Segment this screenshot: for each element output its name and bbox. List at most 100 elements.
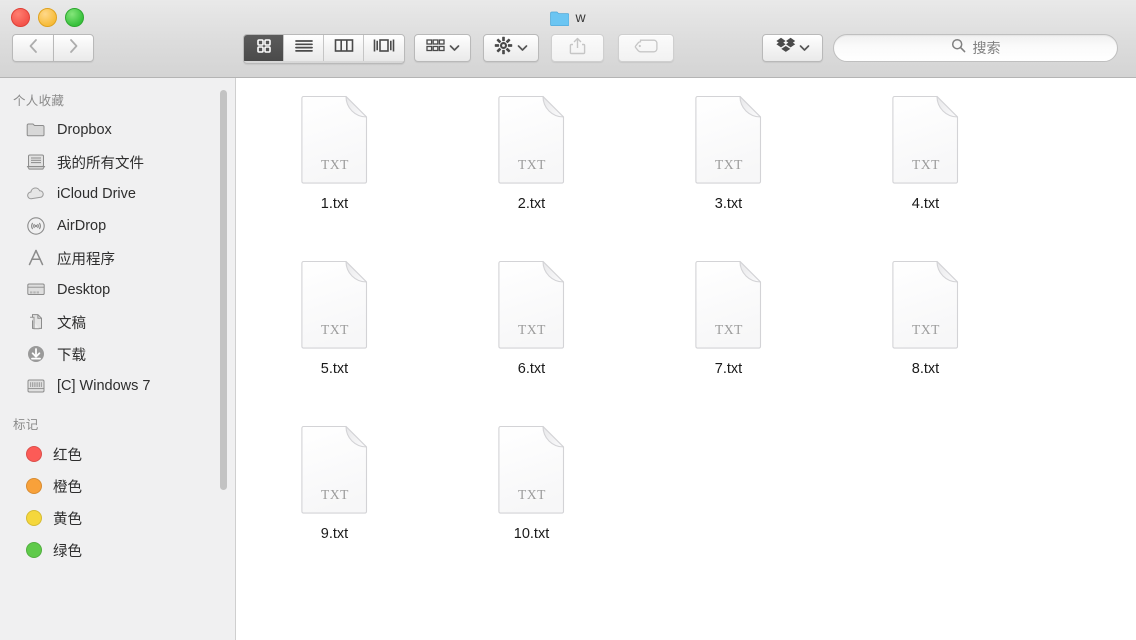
- file-item[interactable]: TXT 7.txt: [630, 251, 827, 416]
- sidebar-item-dropbox[interactable]: Dropbox: [0, 114, 235, 146]
- sidebar-item-label: 绿色: [53, 543, 82, 560]
- column-view-button[interactable]: [324, 35, 364, 61]
- search-input[interactable]: 搜索: [973, 38, 1001, 58]
- text-document-icon: TXT: [300, 258, 369, 350]
- search-field[interactable]: 搜索: [833, 34, 1118, 62]
- action-menu-button[interactable]: [483, 34, 539, 62]
- svg-text:TXT: TXT: [517, 157, 545, 172]
- sidebar-item-label: 红色: [53, 447, 82, 464]
- sidebar-section-header: 标记: [13, 418, 39, 432]
- sidebar-item-label: iCloud Drive: [57, 186, 136, 202]
- share-button[interactable]: [551, 34, 604, 62]
- sidebar-item-icloud-drive[interactable]: iCloud Drive: [0, 178, 235, 210]
- cloud-icon: [26, 184, 46, 204]
- svg-text:TXT: TXT: [320, 322, 348, 337]
- chevron-down-icon: [517, 39, 528, 57]
- airdrop-icon: [26, 216, 46, 236]
- file-item[interactable]: TXT 2.txt: [433, 86, 630, 251]
- tag-color-dot-icon: [26, 510, 42, 526]
- file-item[interactable]: TXT 3.txt: [630, 86, 827, 251]
- back-button[interactable]: [12, 34, 53, 62]
- sidebar-item-label: 下载: [57, 347, 86, 364]
- chevron-down-icon: [449, 39, 460, 57]
- text-document-icon: TXT: [497, 423, 566, 515]
- desktop-icon: [26, 280, 46, 300]
- svg-text:TXT: TXT: [714, 322, 742, 337]
- list-icon: [294, 38, 314, 59]
- sidebar-item-label: Dropbox: [57, 122, 112, 138]
- sidebar-item-label: 文稿: [57, 315, 86, 332]
- file-name-label: 2.txt: [517, 196, 546, 212]
- folder-icon: [26, 120, 46, 140]
- sidebar-item-c-windows-7[interactable]: [C] Windows 7: [0, 370, 235, 402]
- sidebar-item-label: 橙色: [53, 479, 82, 496]
- icon-view-button[interactable]: [244, 35, 284, 61]
- sidebar: 个人收藏 Dropbox 我的所有文件 iCloud Drive AirDrop 应用程序…: [0, 78, 236, 640]
- file-grid: TXT 1.txt TXT 2.txt TXT 3.txt TXT 4.txt TXT 5.txt…: [236, 78, 1136, 581]
- text-document-icon: TXT: [891, 258, 960, 350]
- file-name-label: 3.txt: [714, 196, 743, 212]
- tag-color-dot-icon: [26, 478, 42, 494]
- text-document-icon: TXT: [694, 258, 763, 350]
- dropbox-icon: [775, 37, 796, 60]
- sidebar-list: 个人收藏 Dropbox 我的所有文件 iCloud Drive AirDrop 应用程序…: [0, 78, 235, 566]
- sidebar-item-airdrop[interactable]: AirDrop: [0, 210, 235, 242]
- svg-text:TXT: TXT: [911, 322, 939, 337]
- file-item[interactable]: TXT 1.txt: [236, 86, 433, 251]
- file-item[interactable]: TXT 8.txt: [827, 251, 1024, 416]
- applications-icon: [26, 248, 46, 268]
- sidebar-item-文稿[interactable]: 文稿: [0, 306, 235, 338]
- sidebar-item-橙色[interactable]: 橙色: [0, 470, 235, 502]
- sidebar-item-label: Desktop: [57, 282, 111, 298]
- arrange-grid-icon: [425, 38, 445, 58]
- sidebar-item-下载[interactable]: 下载: [0, 338, 235, 370]
- sidebar-item-desktop[interactable]: Desktop: [0, 274, 235, 306]
- svg-text:TXT: TXT: [517, 487, 545, 502]
- svg-text:TXT: TXT: [320, 487, 348, 502]
- file-item[interactable]: TXT 6.txt: [433, 251, 630, 416]
- sidebar-scrollbar[interactable]: [220, 90, 227, 490]
- chevron-left-icon: [28, 38, 39, 59]
- file-name-label: 1.txt: [320, 196, 349, 212]
- gallery-view-button[interactable]: [364, 35, 404, 61]
- svg-text:TXT: TXT: [911, 157, 939, 172]
- chevron-down-icon: [799, 39, 810, 57]
- folder-icon: [550, 11, 570, 26]
- title-bar: w 搜索: [0, 0, 1136, 78]
- file-name-label: 4.txt: [911, 196, 940, 212]
- downloads-icon: [26, 344, 46, 364]
- sidebar-item-绿色[interactable]: 绿色: [0, 534, 235, 566]
- sidebar-item-我的所有文件[interactable]: 我的所有文件: [0, 146, 235, 178]
- all-files-icon: [26, 152, 46, 172]
- gear-icon: [494, 36, 513, 60]
- file-name-label: 6.txt: [517, 361, 546, 377]
- tag-color-dot-icon: [26, 446, 42, 462]
- chevron-right-icon: [68, 38, 79, 59]
- sidebar-item-黄色[interactable]: 黄色: [0, 502, 235, 534]
- svg-text:TXT: TXT: [517, 322, 545, 337]
- grid-icon: [256, 38, 272, 59]
- tags-button[interactable]: [618, 34, 674, 62]
- file-item[interactable]: TXT 9.txt: [236, 416, 433, 581]
- file-item[interactable]: TXT 4.txt: [827, 86, 1024, 251]
- finder-window: w 搜索 个人收藏 Dropbox 我的所有文件 iCloud Drive Ai…: [0, 0, 1136, 640]
- text-document-icon: TXT: [497, 93, 566, 185]
- toolbar: 搜索: [0, 33, 1136, 73]
- file-item[interactable]: TXT 10.txt: [433, 416, 630, 581]
- file-name-label: 9.txt: [320, 526, 349, 542]
- sidebar-item-红色[interactable]: 红色: [0, 438, 235, 470]
- sidebar-item-label: [C] Windows 7: [57, 378, 151, 394]
- text-document-icon: TXT: [300, 93, 369, 185]
- sidebar-item-应用程序[interactable]: 应用程序: [0, 242, 235, 274]
- file-item[interactable]: TXT 5.txt: [236, 251, 433, 416]
- sidebar-item-label: 我的所有文件: [57, 155, 144, 172]
- forward-button[interactable]: [53, 34, 94, 62]
- text-document-icon: TXT: [891, 93, 960, 185]
- file-name-label: 7.txt: [714, 361, 743, 377]
- file-browser-content[interactable]: TXT 1.txt TXT 2.txt TXT 3.txt TXT 4.txt TXT 5.txt…: [236, 78, 1136, 640]
- coverflow-icon: [373, 38, 395, 58]
- dropbox-button[interactable]: [762, 34, 823, 62]
- arrange-button[interactable]: [414, 34, 471, 62]
- list-view-button[interactable]: [284, 35, 324, 61]
- text-document-icon: TXT: [694, 93, 763, 185]
